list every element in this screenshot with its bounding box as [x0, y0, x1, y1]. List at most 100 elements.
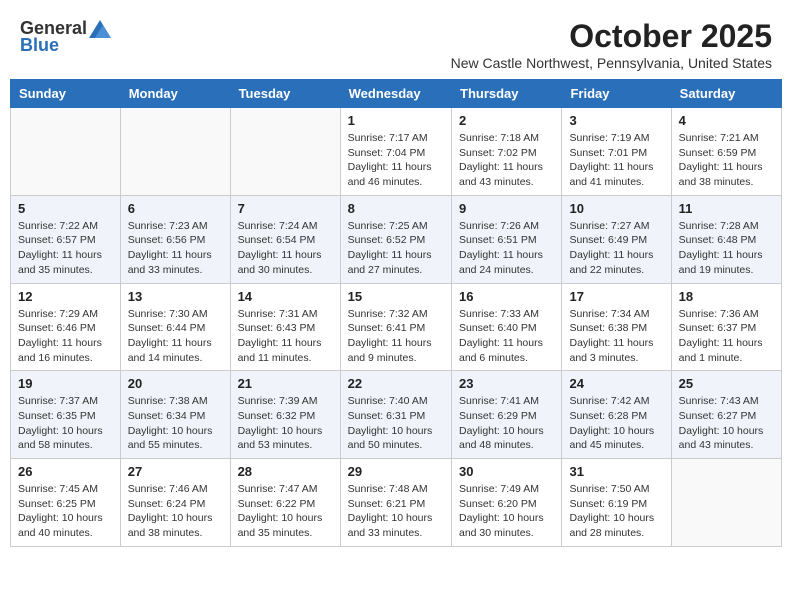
- calendar-cell: 22 Sunrise: 7:40 AM Sunset: 6:31 PM Dayli…: [340, 371, 451, 459]
- calendar-cell: 26 Sunrise: 7:45 AM Sunset: 6:25 PM Dayli…: [11, 459, 121, 547]
- day-info: Sunrise: 7:37 AM Sunset: 6:35 PM Dayligh…: [18, 394, 113, 453]
- day-header-monday: Monday: [120, 80, 230, 108]
- calendar-cell: 21 Sunrise: 7:39 AM Sunset: 6:32 PM Dayli…: [230, 371, 340, 459]
- day-info: Sunrise: 7:43 AM Sunset: 6:27 PM Dayligh…: [679, 394, 774, 453]
- day-number: 8: [348, 201, 444, 216]
- day-number: 20: [128, 376, 223, 391]
- calendar-week-5: 26 Sunrise: 7:45 AM Sunset: 6:25 PM Dayli…: [11, 459, 782, 547]
- calendar-cell: 31Sunrise: 7:50 AM Sunset: 6:19 PM Dayli…: [562, 459, 671, 547]
- day-number: 16: [459, 289, 554, 304]
- header-row: SundayMondayTuesdayWednesdayThursdayFrid…: [11, 80, 782, 108]
- location-title: New Castle Northwest, Pennsylvania, Unit…: [451, 55, 772, 71]
- day-info: Sunrise: 7:39 AM Sunset: 6:32 PM Dayligh…: [238, 394, 333, 453]
- day-info: Sunrise: 7:25 AM Sunset: 6:52 PM Dayligh…: [348, 219, 444, 278]
- calendar-week-2: 5 Sunrise: 7:22 AM Sunset: 6:57 PM Daylig…: [11, 195, 782, 283]
- day-number: 29: [348, 464, 444, 479]
- calendar-cell: 28Sunrise: 7:47 AM Sunset: 6:22 PM Dayli…: [230, 459, 340, 547]
- day-info: Sunrise: 7:24 AM Sunset: 6:54 PM Dayligh…: [238, 219, 333, 278]
- calendar-cell: [11, 108, 121, 196]
- calendar-cell: 10 Sunrise: 7:27 AM Sunset: 6:49 PM Dayli…: [562, 195, 671, 283]
- title-section: October 2025 New Castle Northwest, Penns…: [451, 18, 772, 71]
- day-header-wednesday: Wednesday: [340, 80, 451, 108]
- logo-blue: Blue: [20, 35, 59, 56]
- day-info: Sunrise: 7:42 AM Sunset: 6:28 PM Dayligh…: [569, 394, 663, 453]
- day-info: Sunrise: 7:32 AM Sunset: 6:41 PM Dayligh…: [348, 307, 444, 366]
- day-number: 18: [679, 289, 774, 304]
- day-number: 10: [569, 201, 663, 216]
- day-number: 2: [459, 113, 554, 128]
- calendar-cell: 3 Sunrise: 7:19 AM Sunset: 7:01 PM Daylig…: [562, 108, 671, 196]
- day-info: Sunrise: 7:46 AM Sunset: 6:24 PM Dayligh…: [128, 482, 223, 541]
- day-info: Sunrise: 7:22 AM Sunset: 6:57 PM Dayligh…: [18, 219, 113, 278]
- calendar-cell: 11 Sunrise: 7:28 AM Sunset: 6:48 PM Dayli…: [671, 195, 781, 283]
- calendar-cell: 5 Sunrise: 7:22 AM Sunset: 6:57 PM Daylig…: [11, 195, 121, 283]
- day-header-sunday: Sunday: [11, 80, 121, 108]
- day-info: Sunrise: 7:41 AM Sunset: 6:29 PM Dayligh…: [459, 394, 554, 453]
- day-info: Sunrise: 7:17 AM Sunset: 7:04 PM Dayligh…: [348, 131, 444, 190]
- day-info: Sunrise: 7:30 AM Sunset: 6:44 PM Dayligh…: [128, 307, 223, 366]
- day-info: Sunrise: 7:21 AM Sunset: 6:59 PM Dayligh…: [679, 131, 774, 190]
- calendar-week-4: 19Sunrise: 7:37 AM Sunset: 6:35 PM Dayli…: [11, 371, 782, 459]
- calendar-cell: 2Sunrise: 7:18 AM Sunset: 7:02 PM Daylig…: [452, 108, 562, 196]
- day-info: Sunrise: 7:19 AM Sunset: 7:01 PM Dayligh…: [569, 131, 663, 190]
- month-title: October 2025: [451, 18, 772, 55]
- calendar-cell: 18Sunrise: 7:36 AM Sunset: 6:37 PM Dayli…: [671, 283, 781, 371]
- day-info: Sunrise: 7:49 AM Sunset: 6:20 PM Dayligh…: [459, 482, 554, 541]
- calendar-cell: [230, 108, 340, 196]
- day-header-friday: Friday: [562, 80, 671, 108]
- day-number: 13: [128, 289, 223, 304]
- calendar-cell: 1 Sunrise: 7:17 AM Sunset: 7:04 PM Daylig…: [340, 108, 451, 196]
- day-number: 30: [459, 464, 554, 479]
- logo: General Blue: [20, 18, 111, 56]
- day-number: 14: [238, 289, 333, 304]
- calendar-week-1: 1 Sunrise: 7:17 AM Sunset: 7:04 PM Daylig…: [11, 108, 782, 196]
- day-number: 6: [128, 201, 223, 216]
- day-info: Sunrise: 7:48 AM Sunset: 6:21 PM Dayligh…: [348, 482, 444, 541]
- page-header: General Blue October 2025 New Castle Nor…: [10, 10, 782, 75]
- day-number: 15: [348, 289, 444, 304]
- day-number: 9: [459, 201, 554, 216]
- calendar-week-3: 12Sunrise: 7:29 AM Sunset: 6:46 PM Dayli…: [11, 283, 782, 371]
- calendar-cell: [671, 459, 781, 547]
- day-info: Sunrise: 7:38 AM Sunset: 6:34 PM Dayligh…: [128, 394, 223, 453]
- calendar-cell: 23 Sunrise: 7:41 AM Sunset: 6:29 PM Dayli…: [452, 371, 562, 459]
- calendar-cell: 30 Sunrise: 7:49 AM Sunset: 6:20 PM Dayli…: [452, 459, 562, 547]
- calendar-cell: 8 Sunrise: 7:25 AM Sunset: 6:52 PM Daylig…: [340, 195, 451, 283]
- day-number: 21: [238, 376, 333, 391]
- day-number: 26: [18, 464, 113, 479]
- calendar-cell: 24 Sunrise: 7:42 AM Sunset: 6:28 PM Dayli…: [562, 371, 671, 459]
- calendar-cell: 12Sunrise: 7:29 AM Sunset: 6:46 PM Dayli…: [11, 283, 121, 371]
- day-info: Sunrise: 7:26 AM Sunset: 6:51 PM Dayligh…: [459, 219, 554, 278]
- calendar-cell: 9 Sunrise: 7:26 AM Sunset: 6:51 PM Daylig…: [452, 195, 562, 283]
- calendar-cell: [120, 108, 230, 196]
- day-info: Sunrise: 7:40 AM Sunset: 6:31 PM Dayligh…: [348, 394, 444, 453]
- calendar-table: SundayMondayTuesdayWednesdayThursdayFrid…: [10, 79, 782, 547]
- day-number: 24: [569, 376, 663, 391]
- day-info: Sunrise: 7:27 AM Sunset: 6:49 PM Dayligh…: [569, 219, 663, 278]
- day-number: 22: [348, 376, 444, 391]
- day-info: Sunrise: 7:34 AM Sunset: 6:38 PM Dayligh…: [569, 307, 663, 366]
- day-header-tuesday: Tuesday: [230, 80, 340, 108]
- day-info: Sunrise: 7:45 AM Sunset: 6:25 PM Dayligh…: [18, 482, 113, 541]
- day-info: Sunrise: 7:33 AM Sunset: 6:40 PM Dayligh…: [459, 307, 554, 366]
- day-number: 3: [569, 113, 663, 128]
- calendar-cell: 17Sunrise: 7:34 AM Sunset: 6:38 PM Dayli…: [562, 283, 671, 371]
- day-number: 5: [18, 201, 113, 216]
- day-number: 1: [348, 113, 444, 128]
- day-info: Sunrise: 7:29 AM Sunset: 6:46 PM Dayligh…: [18, 307, 113, 366]
- calendar-cell: 15 Sunrise: 7:32 AM Sunset: 6:41 PM Dayli…: [340, 283, 451, 371]
- day-number: 25: [679, 376, 774, 391]
- day-number: 11: [679, 201, 774, 216]
- day-info: Sunrise: 7:50 AM Sunset: 6:19 PM Dayligh…: [569, 482, 663, 541]
- calendar-cell: 14 Sunrise: 7:31 AM Sunset: 6:43 PM Dayli…: [230, 283, 340, 371]
- calendar-cell: 16 Sunrise: 7:33 AM Sunset: 6:40 PM Dayli…: [452, 283, 562, 371]
- day-info: Sunrise: 7:31 AM Sunset: 6:43 PM Dayligh…: [238, 307, 333, 366]
- day-number: 4: [679, 113, 774, 128]
- calendar-cell: 25 Sunrise: 7:43 AM Sunset: 6:27 PM Dayli…: [671, 371, 781, 459]
- day-info: Sunrise: 7:28 AM Sunset: 6:48 PM Dayligh…: [679, 219, 774, 278]
- day-info: Sunrise: 7:47 AM Sunset: 6:22 PM Dayligh…: [238, 482, 333, 541]
- day-header-saturday: Saturday: [671, 80, 781, 108]
- calendar-cell: 6 Sunrise: 7:23 AM Sunset: 6:56 PM Daylig…: [120, 195, 230, 283]
- day-info: Sunrise: 7:23 AM Sunset: 6:56 PM Dayligh…: [128, 219, 223, 278]
- day-number: 23: [459, 376, 554, 391]
